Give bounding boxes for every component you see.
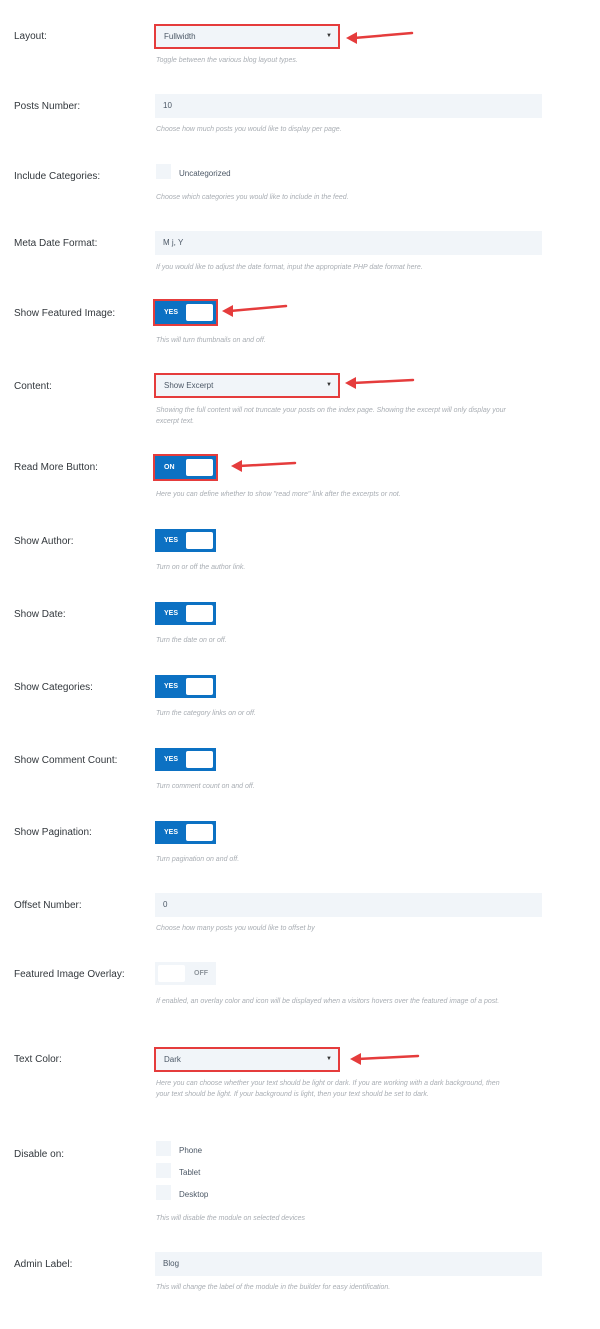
content-label: Content:	[14, 381, 52, 392]
show-pagination-label: Show Pagination:	[14, 827, 92, 838]
toggle-state: YES	[164, 829, 179, 836]
uncategorized-checkbox[interactable]	[156, 164, 171, 179]
meta-date-format-input[interactable]: M j, Y	[155, 231, 542, 255]
show-categories-description: Turn the category links on or off.	[156, 710, 256, 717]
toggle-knob	[158, 965, 185, 982]
show-comment-count-label: Show Comment Count:	[14, 755, 118, 766]
tablet-checkbox[interactable]	[156, 1163, 171, 1178]
meta-date-format-label: Meta Date Format:	[14, 238, 98, 249]
featured-image-overlay-description: If enabled, an overlay color and icon wi…	[156, 998, 500, 1005]
highlight-box	[153, 454, 218, 481]
toggle-knob	[186, 532, 213, 549]
show-pagination-description: Turn pagination on and off.	[156, 856, 240, 863]
featured-image-overlay-toggle[interactable]: OFF	[155, 962, 216, 985]
arrow-icon	[346, 31, 414, 44]
toggle-state: OFF	[194, 970, 208, 977]
include-categories-label: Include Categories:	[14, 171, 101, 182]
show-date-description: Turn the date on or off.	[156, 637, 227, 644]
show-featured-image-label: Show Featured Image:	[14, 308, 116, 319]
toggle-knob	[186, 605, 213, 622]
toggle-state: YES	[164, 756, 179, 763]
admin-label-description: This will change the label of the module…	[156, 1284, 391, 1291]
show-pagination-toggle[interactable]: YES	[155, 821, 216, 844]
desktop-checkbox[interactable]	[156, 1185, 171, 1200]
desktop-checkbox-label: Desktop	[179, 1190, 209, 1199]
admin-label-label: Admin Label:	[14, 1259, 73, 1270]
posts-number-input[interactable]: 10	[155, 94, 542, 118]
meta-date-format-description: If you would like to adjust the date for…	[156, 264, 423, 271]
uncategorized-checkbox-label: Uncategorized	[179, 169, 231, 178]
read-more-button-label: Read More Button:	[14, 462, 98, 473]
text-color-label: Text Color:	[14, 1054, 62, 1065]
phone-checkbox-label: Phone	[179, 1146, 203, 1155]
show-date-label: Show Date:	[14, 609, 66, 620]
toggle-state: YES	[164, 610, 179, 617]
read-more-button-description: Here you can define whether to show "rea…	[156, 491, 401, 498]
show-author-description: Turn on or off the author link.	[156, 564, 246, 571]
admin-label-input[interactable]: Blog	[155, 1252, 542, 1276]
toggle-state: YES	[164, 683, 179, 690]
show-featured-image-description: This will turn thumbnails on and off.	[156, 337, 266, 344]
tablet-checkbox-label: Tablet	[179, 1168, 201, 1177]
offset-number-description: Choose how many posts you would like to …	[156, 925, 315, 932]
show-author-toggle[interactable]: YES	[155, 529, 216, 552]
highlight-box	[154, 1047, 340, 1072]
phone-checkbox[interactable]	[156, 1141, 171, 1156]
arrow-icon	[345, 377, 415, 389]
offset-number-label: Offset Number:	[14, 900, 82, 911]
show-date-toggle[interactable]: YES	[155, 602, 216, 625]
toggle-state: YES	[164, 537, 179, 544]
disable-on-label: Disable on:	[14, 1149, 65, 1160]
text-color-description: Here you can choose whether your text sh…	[156, 1080, 500, 1098]
posts-number-label: Posts Number:	[14, 101, 81, 112]
arrow-icon	[222, 304, 288, 317]
offset-number-input[interactable]: 0	[155, 893, 542, 917]
show-comment-count-description: Turn comment count on and off.	[156, 783, 255, 790]
toggle-knob	[186, 751, 213, 768]
layout-description: Toggle between the various blog layout t…	[156, 57, 298, 64]
show-categories-toggle[interactable]: YES	[155, 675, 216, 698]
show-author-label: Show Author:	[14, 536, 74, 547]
disable-on-description: This will disable the module on selected…	[156, 1215, 306, 1222]
highlight-box	[154, 24, 340, 49]
arrow-icon	[350, 1053, 420, 1065]
content-description: Showing the full content will not trunca…	[156, 407, 506, 425]
toggle-knob	[186, 824, 213, 841]
toggle-knob	[186, 678, 213, 695]
show-categories-label: Show Categories:	[14, 682, 93, 693]
featured-image-overlay-label: Featured Image Overlay:	[14, 969, 125, 980]
highlight-box	[154, 373, 340, 398]
show-comment-count-toggle[interactable]: YES	[155, 748, 216, 771]
arrow-icon	[231, 460, 297, 472]
include-categories-description: Choose which categories you would like t…	[156, 194, 349, 201]
posts-number-description: Choose how much posts you would like to …	[156, 126, 342, 133]
highlight-box	[153, 299, 218, 326]
layout-label: Layout:	[14, 31, 47, 42]
